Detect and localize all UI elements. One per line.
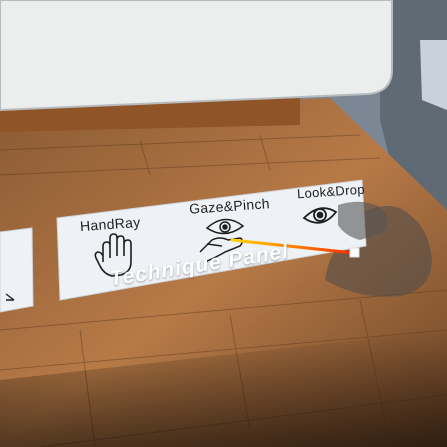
technique-look-drop[interactable]: Look&Drop [288, 180, 366, 245]
ray-cursor [349, 247, 360, 258]
monitor-screen [0, 0, 393, 112]
right-window [420, 40, 447, 110]
technique-label: Gaze&Pinch [188, 195, 271, 217]
technique-label: Look&Drop [296, 181, 366, 202]
technique-label: HandRay [79, 213, 141, 235]
panel-tile-partial[interactable] [0, 227, 34, 313]
